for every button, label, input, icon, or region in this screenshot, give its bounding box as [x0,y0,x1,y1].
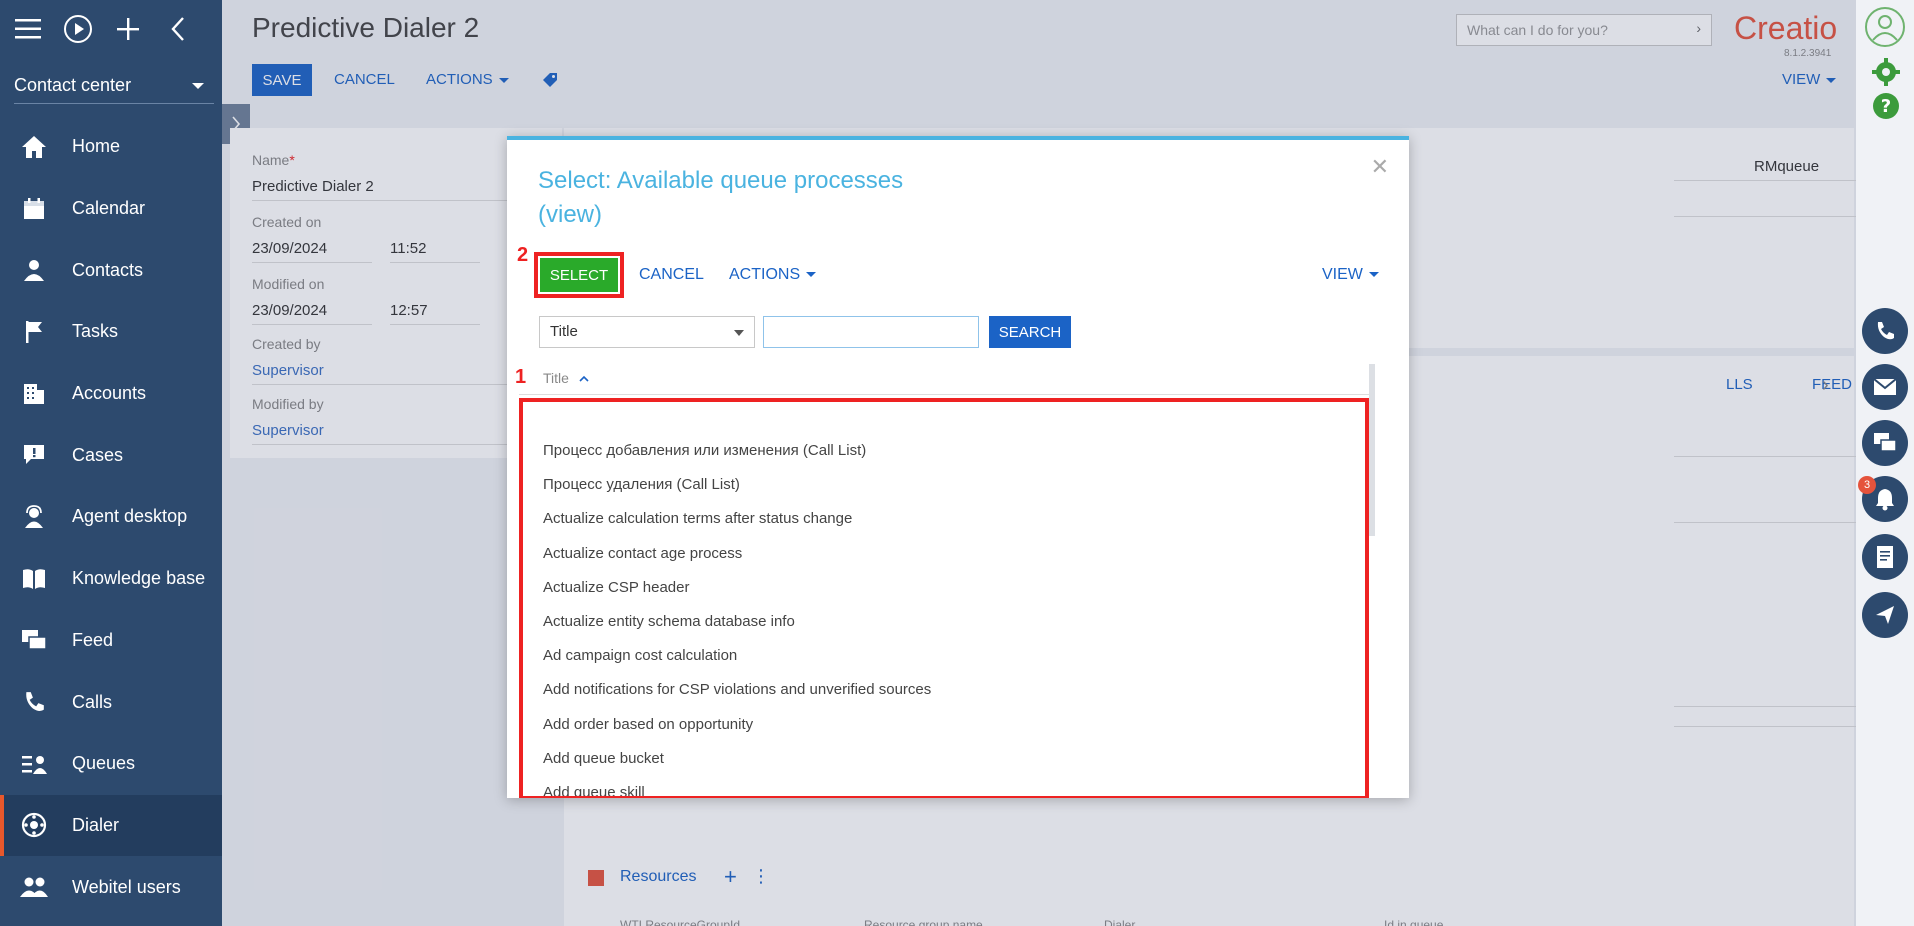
dialer-icon [20,811,48,839]
sidebar: Contact center Home Calendar Contacts Tasks… [0,0,222,926]
home-icon [20,133,48,161]
menu-icon[interactable] [12,13,44,45]
sidebar-item-label: Feed [72,629,114,650]
list-item[interactable]: Ad campaign cost calculation [543,639,1363,673]
sidebar-item-knowledge-base[interactable]: Knowledge base [0,548,222,610]
users-icon [20,873,48,901]
list-item[interactable]: Add queue skill [543,776,1363,796]
phone-icon [20,688,48,716]
chat-icon [20,626,48,654]
sidebar-item-home[interactable]: Home [0,116,222,178]
sidebar-item-label: Knowledge base [72,568,206,589]
list-scrollbar[interactable] [1369,364,1375,536]
list-item[interactable]: Actualize contact age process [543,537,1363,571]
sidebar-nav: Home Calendar Contacts Tasks Accounts Cases Ag… [0,116,222,918]
annotation-2: 2 [517,244,529,266]
back-icon[interactable] [162,13,194,45]
sidebar-item-contacts[interactable]: Contacts [0,239,222,301]
play-icon[interactable] [62,13,94,45]
close-icon[interactable]: ✕ [1371,154,1389,180]
list-item[interactable]: Actualize calculation terms after status… [543,502,1363,536]
workspace-selector[interactable]: Contact center [14,68,214,104]
search-button[interactable]: SEARCH [989,316,1071,348]
sidebar-item-label: Dialer [72,814,120,835]
sidebar-item-feed[interactable]: Feed [0,610,222,672]
dialog-cancel-button[interactable]: CANCEL [639,258,704,292]
flag-icon [20,318,48,346]
book-icon [20,565,48,593]
queue-icon [20,750,48,778]
sidebar-item-label: Home [72,136,121,157]
annotation-1: 1 [515,366,527,388]
sidebar-item-agent-desktop[interactable]: Agent desktop [0,486,222,548]
list-item[interactable]: Процесс добавления или изменения (Call L… [543,434,1363,468]
sidebar-topbar [0,0,222,58]
lookup-dialog: Select: Available queue processes (view)… [507,136,1409,798]
email-icon[interactable] [1862,364,1908,410]
header-divider [519,394,1371,395]
case-icon [20,441,48,469]
workspace-label: Contact center [14,75,132,95]
list-item[interactable]: Процесс удаления (Call List) [543,468,1363,502]
dialog-view-button[interactable]: VIEW [1322,258,1379,292]
dialog-actions-button[interactable]: ACTIONS [729,258,817,292]
list-item[interactable]: Add queue bucket [543,742,1363,776]
sidebar-item-label: Agent desktop [72,506,188,527]
list-item[interactable]: Actualize CSP header [543,571,1363,605]
sidebar-item-label: Tasks [72,321,119,342]
dialog-view-label: VIEW [1322,266,1363,283]
column-title-header[interactable]: Title [543,370,589,386]
chevron-down-icon [806,272,817,278]
sidebar-item-label: Cases [72,444,124,465]
chat-icon[interactable] [1862,420,1908,466]
sidebar-item-tasks[interactable]: Tasks [0,301,222,363]
sidebar-item-label: Calls [72,691,113,712]
gear-icon[interactable] [1872,58,1900,91]
dialog-title-line2: (view) [538,201,602,228]
list-item[interactable]: Actualize entity schema database info [543,605,1363,639]
filter-column-select[interactable]: Title [539,316,755,348]
sidebar-item-label: Contacts [72,259,144,280]
sidebar-item-accounts[interactable]: Accounts [0,363,222,425]
filter-search-input[interactable] [763,316,979,348]
profile-icon[interactable] [1864,6,1906,53]
sidebar-item-dialer[interactable]: Dialer [0,794,222,857]
sort-asc-icon [579,375,589,382]
select-button[interactable]: SELECT [540,258,618,292]
phone-icon[interactable] [1862,308,1908,354]
notification-badge: 3 [1858,476,1876,494]
help-icon[interactable]: ? [1872,92,1900,125]
sidebar-item-calls[interactable]: Calls [0,671,222,733]
headset-icon [20,503,48,531]
calendar-icon [20,195,48,223]
plus-icon[interactable] [112,13,144,45]
dialog-actions-label: ACTIONS [729,266,801,283]
sidebar-item-webitel-users[interactable]: Webitel users [0,856,222,918]
list-item[interactable]: Add notifications for CSP violations and… [543,673,1363,707]
chevron-down-icon [192,82,204,89]
building-icon [20,380,48,408]
dialog-title-line1: Select: Available queue processes [538,167,904,194]
send-icon[interactable] [1862,592,1908,638]
list-item[interactable]: Add order based on opportunity [543,708,1363,742]
sidebar-item-calendar[interactable]: Calendar [0,178,222,240]
sidebar-item-cases[interactable]: Cases [0,424,222,486]
contact-icon [20,256,48,284]
right-rail: ? 3 [1856,0,1914,926]
process-list: Процесс добавления или изменения (Call L… [543,434,1363,796]
chevron-down-icon [1368,272,1379,278]
sidebar-item-label: Calendar [72,198,146,219]
sidebar-item-label: Queues [72,753,136,774]
sidebar-item-queues[interactable]: Queues [0,733,222,795]
filter-column-value: Title [550,323,578,340]
dialog-title: Select: Available queue processes (view) [538,164,958,232]
document-icon[interactable] [1862,534,1908,580]
chevron-down-icon [734,330,744,336]
sidebar-item-label: Webitel users [72,876,181,897]
svg-text:?: ? [1881,96,1891,117]
sidebar-item-label: Accounts [72,383,147,404]
